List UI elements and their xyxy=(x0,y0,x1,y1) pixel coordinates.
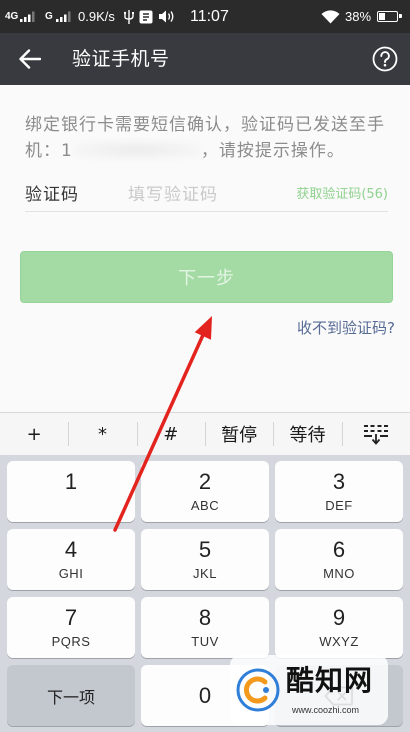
key-plus[interactable]: + xyxy=(0,413,68,455)
key-9[interactable]: 9 WXYZ xyxy=(275,597,403,658)
volume-icon xyxy=(159,0,175,33)
signal-icon xyxy=(56,0,71,33)
key-letters: WXYZ xyxy=(319,634,359,649)
coozhi-logo-icon xyxy=(236,668,280,712)
key-letters: TUV xyxy=(191,634,219,649)
key-letters: DEF xyxy=(325,498,353,513)
description-line-2: 机：1 ，请按提示操作。 xyxy=(25,138,397,164)
next-field-label: 下一项 xyxy=(46,687,95,707)
help-circle-icon xyxy=(372,46,398,72)
verification-code-input[interactable] xyxy=(128,180,298,210)
title-bar: 验证手机号 xyxy=(0,33,410,85)
network-speed: 0.9K/s xyxy=(78,9,115,24)
battery-nub xyxy=(399,14,402,18)
code-field-label: 验证码 xyxy=(25,185,79,205)
description-line-2-prefix: 机：1 xyxy=(25,141,73,161)
page-title: 验证手机号 xyxy=(72,48,170,70)
key-digit: 4 xyxy=(64,537,78,562)
key-star[interactable]: * xyxy=(68,413,136,455)
key-digit: 1 xyxy=(64,469,78,494)
key-digit: 7 xyxy=(64,605,78,630)
description-line-2-suffix: ，请按提示操作。 xyxy=(200,141,345,161)
key-letters: PQRS xyxy=(51,634,91,649)
key-8[interactable]: 8 TUV xyxy=(141,597,269,658)
help-button[interactable] xyxy=(372,46,398,72)
notification-icon xyxy=(139,0,153,33)
battery-percent: 38% xyxy=(345,9,372,24)
sms-description: 绑定银行卡需要短信确认，验证码已发送至手 机：1 ，请按提示操作。 xyxy=(25,112,397,164)
next-button[interactable]: 下一步 xyxy=(20,251,393,303)
clock: 11:07 xyxy=(190,7,229,25)
key-digit: 8 xyxy=(198,605,212,630)
back-arrow-icon xyxy=(19,49,41,69)
key-6[interactable]: 6 MNO xyxy=(275,529,403,590)
key-4[interactable]: 4 GHI xyxy=(7,529,135,590)
key-hash[interactable]: # xyxy=(136,413,205,455)
network-type-secondary: G xyxy=(45,11,53,22)
usb-icon xyxy=(124,0,134,33)
signal-icon xyxy=(20,0,35,33)
watermark-brand: 酷知网 xyxy=(286,664,374,697)
get-code-button[interactable]: 获取验证码(56) xyxy=(296,180,388,210)
key-letters: JKL xyxy=(193,566,217,581)
key-letters: GHI xyxy=(58,566,84,581)
key-letters: ABC xyxy=(190,498,220,513)
network-type-primary: 4G xyxy=(5,11,19,22)
key-3[interactable]: 3 DEF xyxy=(275,461,403,522)
key-pause[interactable]: 暂停 xyxy=(204,413,273,455)
masked-phone-number xyxy=(72,139,201,160)
key-7[interactable]: 7 PQRS xyxy=(7,597,135,658)
key-digit: 2 xyxy=(198,469,212,494)
key-digit: 6 xyxy=(332,537,346,562)
keyboard-collapse-icon xyxy=(363,425,388,445)
key-digit: 5 xyxy=(198,537,212,562)
key-wait[interactable]: 等待 xyxy=(273,413,341,455)
verify-phone-screen: 4G G 0.9K/s 11:07 38% 验证手机号 绑定银行卡需要短信确认，… xyxy=(0,0,410,732)
back-button[interactable] xyxy=(16,45,44,73)
key-digit: 3 xyxy=(332,469,346,494)
keyboard-symbol-row: + * # 暂停 等待 xyxy=(0,412,410,455)
key-letters: MNO xyxy=(323,566,355,581)
verification-code-row: 验证码 获取验证码(56) xyxy=(25,180,388,212)
wifi-icon xyxy=(321,0,340,33)
battery-fill xyxy=(379,13,386,20)
no-code-link[interactable]: 收不到验证码? xyxy=(297,318,395,338)
watermark: 酷知网 www.coozhi.com xyxy=(230,655,388,725)
description-line-1: 绑定银行卡需要短信确认，验证码已发送至手 xyxy=(25,115,385,135)
keyboard-collapse-button[interactable] xyxy=(341,413,410,455)
key-5[interactable]: 5 JKL xyxy=(141,529,269,590)
next-field-key[interactable]: 下一项 xyxy=(7,665,135,726)
key-2[interactable]: 2 ABC xyxy=(141,461,269,522)
key-1[interactable]: 1 xyxy=(7,461,135,522)
key-digit: 9 xyxy=(332,605,346,630)
battery-icon xyxy=(377,0,402,33)
status-bar: 4G G 0.9K/s 11:07 38% xyxy=(0,0,410,33)
watermark-url: www.coozhi.com xyxy=(292,705,360,715)
battery-outline xyxy=(377,11,402,22)
